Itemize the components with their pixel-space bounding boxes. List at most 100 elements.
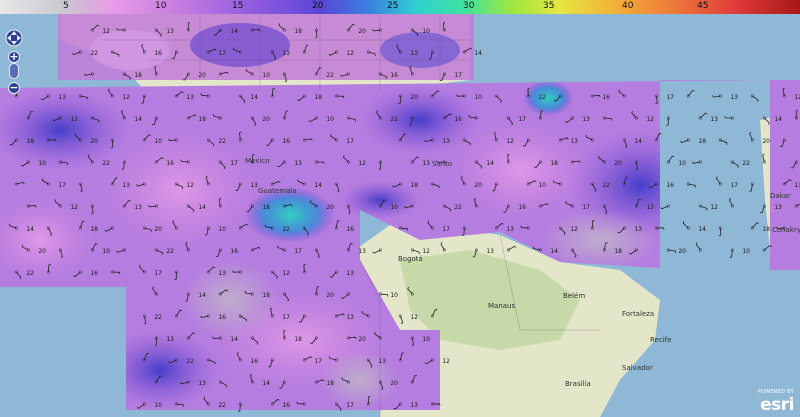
barb-speed-label: 13 [198, 380, 206, 387]
barb-speed-label: 10 [154, 402, 162, 409]
map-canvas[interactable]: 12 13 14 18 20 10 22 16 17 13 12 13 14 18 20 10 22 16 17 13… [0, 0, 800, 417]
barb-speed-label: 14 [250, 94, 258, 101]
barb-speed-label: 12 [346, 50, 354, 57]
barb-speed-label: 10 [102, 248, 110, 255]
barb-speed-label: 13 [422, 160, 430, 167]
place-label-recife: Recife [650, 336, 672, 344]
barb-speed-label: 10 [422, 336, 430, 343]
legend-tick-5: 5 [63, 1, 69, 11]
barb-speed-label: 13 [410, 50, 418, 57]
barb-speed-label: 16 [518, 204, 526, 211]
legend-tick-25: 25 [387, 1, 399, 11]
barb-speed-label: 13 [58, 94, 66, 101]
zoom-in-button[interactable]: + [8, 51, 20, 63]
barb-speed-label: 22 [154, 314, 162, 321]
barb-speed-label: 22 [90, 50, 98, 57]
place-label-bogota: Bogotá [398, 255, 423, 263]
barb-speed-label: 10 [154, 138, 162, 145]
barb-speed-label: 18 [294, 28, 302, 35]
barb-speed-label: 13 [570, 138, 578, 145]
barb-speed-label: 16 [90, 270, 98, 277]
barb-speed-label: 14 [314, 182, 322, 189]
zoom-out-button[interactable]: − [8, 82, 20, 94]
barb-speed-label: 13 [166, 28, 174, 35]
barb-speed-label: 17 [314, 358, 322, 365]
barb-speed-label: 13 [166, 336, 174, 343]
barb-speed-label: 18 [262, 204, 270, 211]
barb-speed-label: 22 [166, 248, 174, 255]
barb-speed-label: 20 [38, 248, 46, 255]
barb-speed-label: 22 [102, 160, 110, 167]
barb-speed-label: 12 [102, 28, 110, 35]
place-label-conakry: Conakry [772, 226, 800, 234]
barb-speed-label: 17 [442, 226, 450, 233]
barb-speed-label: 13 [282, 50, 290, 57]
barb-speed-label: 20 [90, 138, 98, 145]
barb-speed-label: 22 [186, 358, 194, 365]
barb-speed-label: 16 [346, 226, 354, 233]
barb-speed-label: 13 [122, 182, 130, 189]
barb-speed-label: 20 [390, 380, 398, 387]
barb-speed-label: 22 [742, 160, 750, 167]
barb-speed-label: 16 [666, 182, 674, 189]
pan-arrows-icon[interactable] [5, 27, 23, 49]
barb-speed-label: 12 [422, 248, 430, 255]
barb-speed-label: 20 [262, 116, 270, 123]
wind-map[interactable]: 12 13 14 18 20 10 22 16 17 13 12 13 14 18 20 10 22 16 17 13… [0, 0, 800, 417]
barb-speed-label: 16 [282, 138, 290, 145]
esri-attribution[interactable]: POWERED BY esri [754, 389, 795, 415]
barb-speed-label: 13 [710, 116, 718, 123]
barb-speed-label: 17 [346, 402, 354, 409]
place-label-fortaleza: Fortaleza [622, 310, 655, 318]
barb-speed-label: 16 [166, 160, 174, 167]
barb-speed-label: 12 [442, 358, 450, 365]
barb-speed-label: 13 [250, 182, 258, 189]
barb-speed-label: 17 [518, 116, 526, 123]
barb-speed-label: 12 [646, 116, 654, 123]
barb-speed-label: 22 [282, 226, 290, 233]
barb-speed-label: 17 [730, 182, 738, 189]
barb-speed-label: 10 [262, 72, 270, 79]
place-label-salvador: Salvador [622, 364, 653, 372]
place-label-dakar: Dakar [770, 192, 791, 200]
barb-speed-label: 13 [410, 402, 418, 409]
barb-speed-label: 12 [410, 314, 418, 321]
barb-speed-label: 12 [186, 182, 194, 189]
barb-speed-label: 14 [262, 380, 270, 387]
barb-speed-label: 12 [794, 94, 800, 101]
barb-speed-label: 16 [454, 116, 462, 123]
place-label-santo: Santo [432, 160, 453, 168]
barb-speed-label: 18 [698, 138, 706, 145]
barb-speed-label: 20 [410, 94, 418, 101]
barb-speed-label: 20 [358, 28, 366, 35]
barb-speed-label: 14 [230, 28, 238, 35]
barb-speed-label: 12 [122, 94, 130, 101]
place-label-mexico: Mexico [245, 157, 270, 165]
barb-speed-label: 17 [218, 50, 226, 57]
wind-speed-legend [0, 0, 800, 14]
barb-speed-label: 22 [218, 402, 226, 409]
barb-speed-label: 17 [230, 160, 238, 167]
barb-speed-label: 13 [358, 248, 366, 255]
barb-speed-label: 22 [326, 72, 334, 79]
barb-speed-label: 18 [294, 336, 302, 343]
barb-speed-label: 18 [198, 116, 206, 123]
barb-speed-label: 20 [326, 292, 334, 299]
place-label-guatemala: Guatemala [258, 187, 297, 195]
legend-tick-10: 10 [155, 1, 167, 11]
barb-speed-label: 16 [250, 358, 258, 365]
barb-speed-label: 10 [326, 116, 334, 123]
barb-speed-label: 18 [410, 182, 418, 189]
barb-speed-label: 12 [358, 160, 366, 167]
zoom-slider[interactable] [9, 63, 19, 79]
barb-speed-label: 14 [550, 248, 558, 255]
barb-speed-label: 18 [326, 380, 334, 387]
legend-tick-40: 40 [622, 1, 634, 11]
barb-speed-label: 17 [154, 270, 162, 277]
barb-speed-label: 12 [710, 204, 718, 211]
barb-speed-label: 14 [774, 116, 782, 123]
barb-speed-label: 10 [390, 204, 398, 211]
barb-speed-label: 22 [538, 94, 546, 101]
barb-speed-label: 12 [570, 226, 578, 233]
wind-overlay-north [58, 14, 474, 80]
